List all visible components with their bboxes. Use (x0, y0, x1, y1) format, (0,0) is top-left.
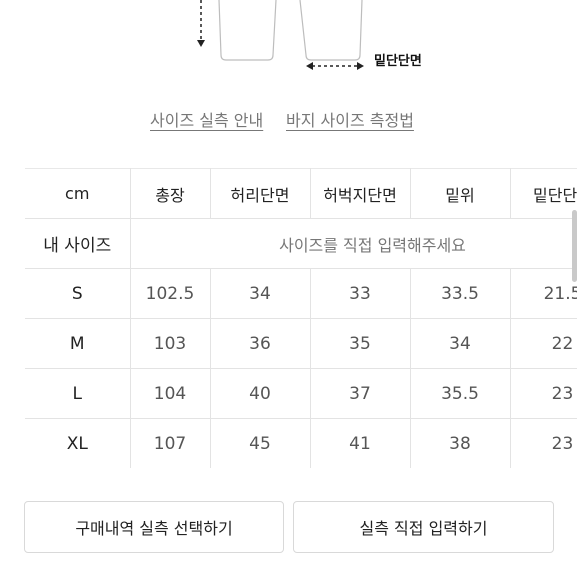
hem-arrow-right-head (357, 62, 364, 70)
pants-outline-svg (197, 0, 364, 70)
my-size-row: 내 사이즈 사이즈를 직접 입력해주세요 (25, 218, 577, 269)
pants-measurement-diagram: 밑단단면 (0, 0, 577, 95)
my-size-label: 내 사이즈 (25, 218, 131, 269)
table-cell: 37 (309, 368, 411, 419)
table-cell: 38 (409, 418, 511, 468)
table-cell: 22 (509, 318, 577, 369)
table-cell: 34 (409, 318, 511, 369)
table-cell: 35.5 (409, 368, 511, 419)
size-label: M (25, 318, 131, 369)
select-purchase-history-button[interactable]: 구매내역 실측 선택하기 (24, 501, 284, 553)
table-row: M 103 36 35 34 22 (25, 318, 577, 369)
length-arrow-head (197, 40, 205, 47)
right-leg-outline (299, 0, 363, 61)
table-cell: 21.5 (509, 268, 577, 319)
size-label: S (25, 268, 131, 319)
table-cell: 23 (509, 368, 577, 419)
size-label: L (25, 368, 131, 419)
table-cell: 36 (209, 318, 311, 369)
table-cell: 33.5 (409, 268, 511, 319)
pants-measure-link[interactable]: 바지 사이즈 측정법 (286, 107, 414, 131)
hem-width-label: 밑단단면 (374, 54, 422, 69)
direct-input-button[interactable]: 실측 직접 입력하기 (293, 501, 554, 553)
table-cell: 103 (129, 318, 211, 369)
table-header-row: cm 총장 허리단면 허벅지단면 밑위 밑단단면 (25, 168, 577, 219)
header-total-length: 총장 (129, 168, 211, 219)
table-cell: 45 (209, 418, 311, 468)
table-cell: 34 (209, 268, 311, 319)
size-table-container[interactable]: cm 총장 허리단면 허벅지단면 밑위 밑단단면 내 사이즈 사이즈를 직접 입… (25, 168, 577, 468)
table-row: L 104 40 37 35.5 23 (25, 368, 577, 419)
header-rise: 밑위 (409, 168, 511, 219)
table-cell: 104 (129, 368, 211, 419)
header-waist: 허리단면 (209, 168, 311, 219)
size-label: XL (25, 418, 131, 468)
table-cell: 33 (309, 268, 411, 319)
header-thigh: 허벅지단면 (309, 168, 411, 219)
table-cell: 41 (309, 418, 411, 468)
table-cell: 40 (209, 368, 311, 419)
guide-links: 사이즈 실측 안내 바지 사이즈 측정법 (0, 107, 577, 133)
table-row: XL 107 45 41 38 23 (25, 418, 577, 468)
table-cell: 102.5 (129, 268, 211, 319)
size-table: cm 총장 허리단면 허벅지단면 밑위 밑단단면 내 사이즈 사이즈를 직접 입… (25, 168, 577, 468)
my-size-input[interactable]: 사이즈를 직접 입력해주세요 (129, 218, 577, 269)
table-cell: 23 (509, 418, 577, 468)
header-hem: 밑단단면 (509, 168, 577, 219)
header-unit: cm (25, 168, 131, 219)
hem-arrow-left-head (306, 62, 313, 70)
table-cell: 35 (309, 318, 411, 369)
left-leg-outline (218, 0, 277, 61)
table-scrollbar[interactable] (572, 210, 577, 282)
table-cell: 107 (129, 418, 211, 468)
table-row: S 102.5 34 33 33.5 21.5 (25, 268, 577, 319)
size-guide-link[interactable]: 사이즈 실측 안내 (150, 107, 263, 131)
